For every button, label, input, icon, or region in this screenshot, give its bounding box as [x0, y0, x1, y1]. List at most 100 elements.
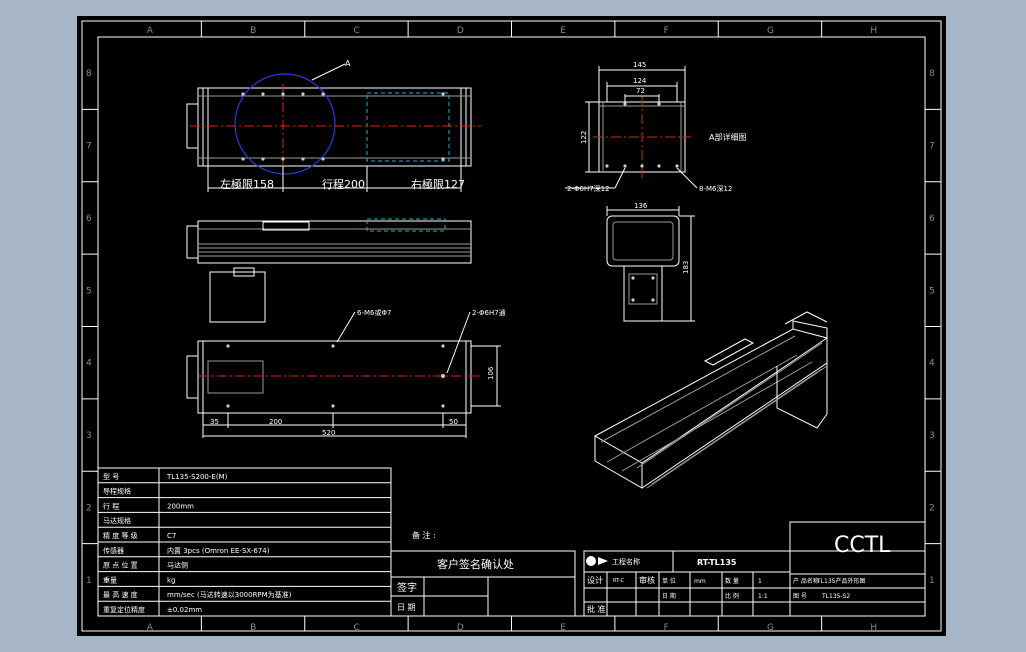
- row-label-7-left: 7: [86, 142, 92, 152]
- dim-183: 183: [682, 261, 690, 274]
- side-view: [186, 218, 472, 323]
- hole-callout-top2: 2-Φ6H7通: [472, 308, 506, 317]
- approve-label: 批 准: [587, 604, 606, 614]
- travel-label: 行程200: [322, 178, 365, 191]
- detail-a-callout: A: [345, 59, 351, 68]
- cad-drawing: A A B B C C D D E E F F G G H H 8 8 7 7 6 6 5 5 4 4 3 3 2 2 1 1 A 左極限1…: [81, 20, 942, 633]
- spec-label-3: 马达规格: [103, 516, 131, 525]
- column-label-G-top: G: [767, 26, 774, 36]
- row-label-1-right: 1: [929, 576, 935, 586]
- left-limit-label: 左極限158: [220, 177, 274, 191]
- spec-label-0: 型 号: [103, 472, 119, 481]
- spec-label-1: 导程规格: [103, 487, 131, 496]
- detail-a-label: A部详细图: [709, 132, 746, 142]
- row-label-6-right: 6: [929, 214, 935, 224]
- spec-value-2: 200mm: [167, 502, 194, 510]
- unit-label: 单 位: [662, 577, 676, 585]
- inner-border: [97, 36, 926, 617]
- spec-value-6: 马达侧: [167, 561, 188, 570]
- hole-callout-right: 8-M6深12: [699, 184, 732, 193]
- row-label-8-left: 8: [86, 69, 92, 79]
- column-label-A-top: A: [147, 26, 154, 36]
- design-value: RT-C: [613, 578, 625, 584]
- column-label-D-top: D: [457, 26, 464, 36]
- dim-35: 35: [210, 418, 219, 426]
- unit-value: mm: [694, 578, 706, 585]
- ratio-value: 1:1: [758, 593, 768, 600]
- spec-label-4: 精 度 等 级: [103, 531, 138, 540]
- grid-ticks: [82, 21, 941, 631]
- project-value: RT-TL135: [697, 558, 737, 567]
- row-label-3-left: 3: [86, 431, 92, 441]
- outer-border: [81, 20, 942, 632]
- column-label-B-top: B: [250, 26, 256, 36]
- column-label-H-top: H: [870, 26, 877, 36]
- right-limit-label: 右極限127: [411, 177, 465, 191]
- detail-circle: [234, 73, 336, 175]
- end-view: 145 124 72 122 A部详细图 2-Φ6H7深12 8-M6深12: [565, 61, 746, 193]
- confirm-title: 客户签名确认处: [437, 557, 514, 571]
- dim-50: 50: [449, 418, 458, 426]
- spec-value-5: 内置 3pcs (Omron EE-SX-674): [167, 546, 270, 555]
- row-label-8-right: 8: [929, 69, 935, 79]
- title-block: CCTL 工程名称 RT-TL135 设计 RT-C 审核 单 位 mm 数 量…: [583, 521, 926, 617]
- spec-value-8: mm/sec (马达转速以3000RPM为基准): [167, 590, 292, 599]
- column-label-E-top: E: [560, 26, 566, 36]
- product-label: 产 品名称: [793, 577, 819, 585]
- qty-label: 数 量: [725, 577, 739, 585]
- spec-value-0: TL135-S200-E(M): [166, 473, 228, 481]
- column-label-A-bottom: A: [147, 623, 154, 633]
- column-label-F-bottom: F: [664, 623, 669, 633]
- brand-logo-text: CCTL: [834, 533, 891, 558]
- dim-520: 520: [322, 429, 335, 437]
- ratio-label: 比 例: [725, 592, 739, 600]
- confirm-date: 日 期: [397, 603, 416, 612]
- row-labels: 8 8 7 7 6 6 5 5 4 4 3 3 2 2 1 1: [86, 69, 935, 586]
- project-label: 工程名称: [612, 557, 640, 566]
- spec-label-8: 最 高 速 度: [103, 590, 138, 599]
- spec-label-7: 重量: [103, 576, 117, 584]
- dim-200: 200: [269, 418, 282, 426]
- drawing-value: TL135-S2: [821, 593, 850, 600]
- spec-label-2: 行 程: [103, 501, 119, 510]
- column-label-H-bottom: H: [870, 623, 877, 633]
- dim-122: 122: [580, 131, 588, 144]
- customer-confirm-box: 客户签名确认处 签字 日 期: [390, 550, 576, 617]
- row-label-2-right: 2: [929, 503, 935, 513]
- spec-label-6: 原 点 位 置: [103, 561, 138, 570]
- column-label-C-top: C: [353, 26, 359, 36]
- product-value: TL135产品外形图: [816, 577, 865, 585]
- bottom-view: 6-M6或Φ7 2-Φ6H7通 35 200 50 520 106: [186, 308, 506, 438]
- spec-value-9: ±0.02mm: [167, 606, 202, 614]
- column-label-E-bottom: E: [560, 623, 566, 633]
- spec-value-7: kg: [167, 576, 176, 584]
- row-label-6-left: 6: [86, 214, 92, 224]
- row-label-3-right: 3: [929, 431, 935, 441]
- company-logo-arrow-icon: [598, 557, 608, 565]
- design-label: 设计: [587, 575, 603, 585]
- row-label-2-left: 2: [86, 503, 92, 513]
- dim-72: 72: [636, 87, 645, 95]
- spec-value-4: C7: [167, 532, 176, 540]
- column-label-B-bottom: B: [250, 623, 256, 633]
- check-label: 审核: [639, 575, 655, 585]
- spec-label-9: 重复定位精度: [103, 605, 145, 614]
- row-label-5-left: 5: [86, 286, 92, 296]
- date2-label: 日 期: [662, 592, 676, 600]
- spec-table: 型 号 TL135-S200-E(M) 导程规格行 程 200mm 马达规格精 度 等 …: [97, 467, 392, 617]
- drawing-label: 图 号: [793, 593, 807, 600]
- front-view: 136 183: [606, 202, 695, 322]
- row-label-1-left: 1: [86, 576, 92, 586]
- confirm-sign: 签字: [397, 581, 417, 594]
- spec-label-5: 传感器: [103, 546, 124, 555]
- top-view: A 左極限158 行程200 右極限127: [186, 59, 481, 192]
- row-label-5-right: 5: [929, 286, 935, 296]
- column-label-D-bottom: D: [457, 623, 464, 633]
- column-label-G-bottom: G: [767, 623, 774, 633]
- row-label-4-right: 4: [929, 359, 935, 369]
- dim-145: 145: [633, 61, 646, 69]
- dim-136: 136: [634, 202, 648, 210]
- column-label-C-bottom: C: [353, 623, 359, 633]
- dim-106: 106: [487, 366, 495, 380]
- drawing-sheet: A A B B C C D D E E F F G G H H 8 8 7 7 6 6 5 5 4 4 3 3 2 2 1 1 A 左極限1…: [77, 16, 946, 636]
